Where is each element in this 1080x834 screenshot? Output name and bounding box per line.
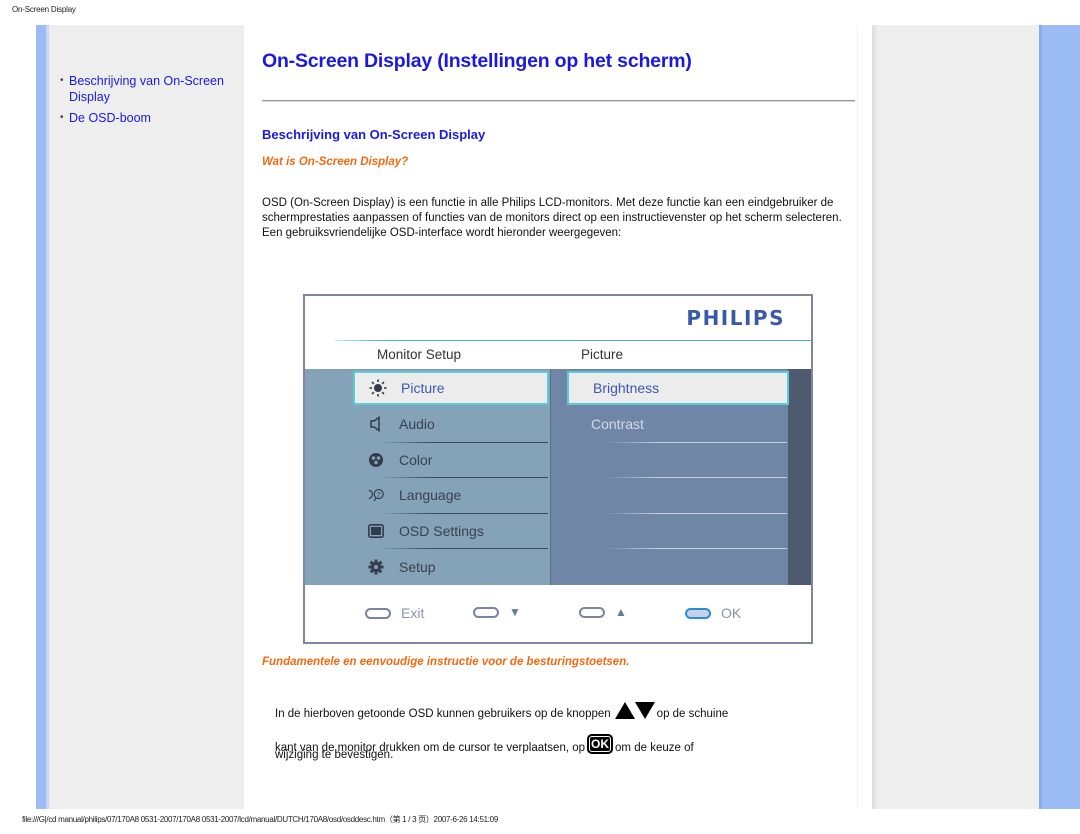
- osd-menu-label: OSD Settings: [399, 523, 484, 539]
- osd-submenu-separator: [604, 513, 787, 514]
- section-heading: Beschrijving van On-Screen Display: [262, 127, 486, 142]
- svg-text:?: ?: [377, 490, 381, 499]
- osd-ok-button: OK: [685, 605, 741, 621]
- sidebar-link-osd-tree[interactable]: De OSD-boom: [69, 111, 151, 125]
- osd-divider: [335, 340, 811, 341]
- instructions-text: om de keuze of: [615, 742, 694, 754]
- button-pill-icon: [473, 606, 499, 618]
- osd-illustration: PHILIPS Monitor Setup Picture Picture Au…: [303, 294, 813, 644]
- horizontal-rule: [262, 100, 855, 102]
- button-pill-icon: [365, 607, 391, 619]
- philips-logo: PHILIPS: [686, 306, 785, 330]
- osd-header-left: Monitor Setup: [377, 347, 462, 362]
- left-decorative-bar: [36, 25, 46, 809]
- brightness-icon: [369, 379, 387, 397]
- bullet-icon: •: [60, 75, 64, 86]
- right-gray-panel: [872, 25, 1039, 809]
- osd-menu-item-language: ? Language: [353, 478, 549, 512]
- osd-up-button: ▲: [579, 605, 627, 619]
- osd-button-bar: Exit ▼ ▲ OK: [305, 585, 811, 642]
- color-palette-icon: [367, 451, 385, 469]
- osd-submenu-label: Brightness: [593, 380, 660, 396]
- osd-submenu-item-brightness: Brightness: [567, 371, 789, 405]
- osd-submenu-separator: [604, 477, 787, 478]
- sidebar-item-description[interactable]: • Beschrijving van On-Screen Display: [60, 73, 240, 105]
- page-title: On-Screen Display (Instellingen op het s…: [262, 50, 692, 72]
- osd-menu-item-osd-settings: OSD Settings: [353, 514, 549, 548]
- sidebar: [49, 25, 244, 809]
- instructions-line-3: wijziging te bevestigen.: [275, 749, 393, 761]
- up-arrow-icon: ▲: [615, 605, 627, 619]
- monitor-icon: [367, 522, 385, 540]
- instructions-line-1: In de hierboven getoonde OSD kunnen gebr…: [275, 702, 728, 720]
- content-border: [857, 25, 858, 809]
- osd-button-label: Exit: [401, 605, 425, 621]
- right-gray-shade: [872, 25, 878, 809]
- instructions-text: wijziging te bevestigen.: [275, 749, 394, 761]
- osd-header: Monitor Setup Picture: [305, 341, 811, 369]
- osd-submenu-label: Contrast: [591, 416, 644, 432]
- main-content: On-Screen Display (Instellingen op het s…: [262, 50, 857, 73]
- document-header-title: On-Screen Display: [12, 5, 76, 14]
- down-triangle-icon: [634, 702, 655, 719]
- ok-key-icon: OK: [587, 734, 614, 754]
- osd-button-label: OK: [721, 605, 742, 621]
- document-footer-path: file:///G|/cd manual/philips/07/170A8 05…: [22, 815, 498, 824]
- gear-icon: [367, 558, 385, 576]
- up-triangle-icon: [614, 702, 635, 719]
- instructions-text: op de schuine: [656, 708, 729, 720]
- osd-submenu-separator: [604, 548, 787, 549]
- osd-header-right: Picture: [581, 347, 624, 362]
- language-icon: ?: [367, 486, 385, 504]
- button-pill-icon: [579, 606, 605, 618]
- intro-paragraph: OSD (On-Screen Display) is een functie i…: [262, 197, 842, 239]
- osd-menu-label: Audio: [399, 416, 435, 432]
- osd-menu-label: Color: [399, 452, 433, 468]
- osd-exit-button: Exit: [365, 605, 424, 621]
- sidebar-link-description[interactable]: Beschrijving van On-Screen Display: [69, 74, 224, 104]
- osd-separator: [380, 548, 548, 549]
- right-decorative-bar: [1042, 25, 1080, 809]
- button-pill-icon: [685, 607, 711, 619]
- osd-menu-item-picture: Picture: [353, 371, 549, 405]
- sidebar-nav: • Beschrijving van On-Screen Display • De …: [60, 73, 240, 131]
- osd-submenu-separator: [604, 442, 787, 443]
- osd-down-button: ▼: [473, 605, 521, 619]
- instructions-text: In de hierboven getoonde OSD kunnen gebr…: [275, 708, 611, 720]
- subheading: Wat is On-Screen Display?: [262, 156, 409, 168]
- osd-menu-item-color: Color: [353, 443, 549, 477]
- osd-menu-label: Picture: [401, 380, 445, 396]
- osd-submenu-item-contrast: Contrast: [567, 407, 787, 441]
- instructions-heading: Fundamentele en eenvoudige instructie vo…: [262, 656, 630, 668]
- osd-body: Picture Audio Color ? Language OSD Setti…: [305, 369, 811, 585]
- osd-right-panel: [788, 369, 811, 585]
- osd-menu-item-audio: Audio: [353, 407, 549, 441]
- osd-menu-label: Setup: [399, 559, 436, 575]
- bullet-icon: •: [60, 112, 64, 123]
- osd-menu-item-setup: Setup: [353, 550, 549, 584]
- down-arrow-icon: ▼: [509, 605, 521, 619]
- sidebar-item-osd-tree[interactable]: • De OSD-boom: [60, 110, 240, 126]
- osd-menu-label: Language: [399, 487, 462, 503]
- speaker-icon: [367, 415, 385, 433]
